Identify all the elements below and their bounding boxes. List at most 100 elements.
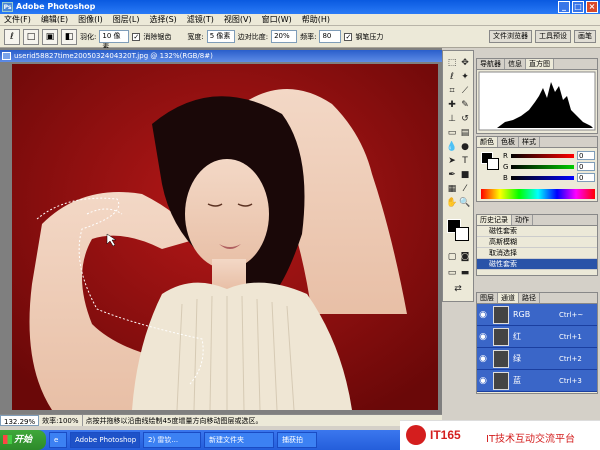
new-selection-icon[interactable]: □ — [23, 28, 39, 45]
color-spectrum-bar[interactable] — [481, 189, 595, 199]
screen-mode-full-icon[interactable]: ▬ — [459, 267, 471, 279]
magic-wand-tool-icon[interactable]: ✦ — [459, 71, 471, 83]
document-titlebar[interactable]: userid58827time2005032404320T.jpg @ 132%… — [0, 50, 442, 62]
task-capture[interactable]: 捕获拍 — [277, 432, 317, 448]
tab-styles[interactable]: 样式 — [519, 137, 540, 147]
menu-help[interactable]: 帮助(H) — [302, 14, 330, 25]
blue-value-input[interactable]: 0 — [577, 173, 595, 182]
menu-view[interactable]: 视图(V) — [224, 14, 252, 25]
menu-layer[interactable]: 图层(L) — [113, 14, 140, 25]
menu-filter[interactable]: 滤镜(T) — [187, 14, 214, 25]
edge-contrast-input[interactable]: 20% — [271, 30, 298, 43]
color-row-label: G — [503, 162, 509, 171]
zoom-tool-icon[interactable]: 🔍 — [459, 197, 471, 209]
start-button[interactable]: 开始 — [0, 430, 46, 450]
red-value-input[interactable]: 0 — [577, 151, 595, 160]
tab-layers[interactable]: 图层 — [477, 293, 498, 303]
minimize-button[interactable]: _ — [558, 1, 570, 13]
eye-icon[interactable]: ◉ — [477, 376, 489, 386]
notes-tool-icon[interactable]: ▦ — [446, 183, 458, 195]
eyedropper-tool-icon[interactable]: ⁄ — [459, 183, 471, 195]
tab-color[interactable]: 颜色 — [477, 137, 498, 147]
brush-tool-icon[interactable]: ✎ — [459, 99, 471, 111]
zoom-level-input[interactable]: 132.29% — [0, 415, 40, 426]
channel-row-green[interactable]: ◉ 绿 Ctrl+2 — [477, 348, 597, 370]
subtract-selection-icon[interactable]: ◧ — [61, 28, 77, 45]
feather-input[interactable]: 10 像素 — [99, 30, 130, 51]
color-panel-tabs: 颜色 色板 样式 — [477, 137, 597, 148]
imageready-jump-icon[interactable]: ⇄ — [452, 283, 464, 295]
type-tool-icon[interactable]: T — [459, 155, 471, 167]
pen-pressure-checkbox[interactable]: ✓ — [344, 32, 353, 41]
menu-file[interactable]: 文件(F) — [4, 14, 31, 25]
marquee-tool-icon[interactable]: ⬚ — [446, 57, 458, 69]
background-color-swatch[interactable] — [455, 227, 469, 241]
eye-icon[interactable]: ◉ — [477, 310, 489, 320]
file-browser-button[interactable]: 文件浏览器 — [489, 30, 532, 43]
tab-swatches[interactable]: 色板 — [498, 137, 519, 147]
brushes-button[interactable]: 画笔 — [574, 30, 596, 43]
screen-mode-standard-icon[interactable]: ▭ — [446, 267, 458, 279]
history-item[interactable]: 磁性套索 — [477, 226, 597, 237]
shape-tool-icon[interactable]: ■ — [459, 169, 471, 181]
add-selection-icon[interactable]: ▣ — [42, 28, 58, 45]
tab-paths[interactable]: 路径 — [519, 293, 540, 303]
channel-shortcut: Ctrl+1 — [559, 332, 582, 341]
history-item[interactable]: 高斯模糊 — [477, 237, 597, 248]
path-select-icon[interactable]: ➤ — [446, 155, 458, 167]
lasso-tool-icon[interactable]: ℓ — [446, 71, 458, 83]
blur-tool-icon[interactable]: 💧 — [446, 141, 458, 153]
tool-presets-button[interactable]: 工具预设 — [535, 30, 571, 43]
eye-icon[interactable]: ◉ — [477, 332, 489, 342]
gradient-tool-icon[interactable]: ▤ — [459, 127, 471, 139]
clone-stamp-icon[interactable]: ⊥ — [446, 113, 458, 125]
tab-channels[interactable]: 通道 — [498, 293, 519, 303]
menu-image[interactable]: 图像(I) — [78, 14, 103, 25]
color-background-swatch[interactable] — [487, 158, 499, 170]
red-slider[interactable] — [510, 153, 574, 158]
dodge-tool-icon[interactable]: ● — [459, 141, 471, 153]
quicklaunch-ie-icon[interactable]: e — [49, 432, 67, 448]
color-row-b: B 0 — [503, 172, 595, 183]
image-canvas[interactable] — [12, 64, 438, 410]
tab-histogram[interactable]: 直方图 — [526, 59, 554, 69]
tab-navigator[interactable]: 导航器 — [477, 59, 505, 69]
tab-actions[interactable]: 动作 — [512, 215, 533, 225]
channel-row-blue[interactable]: ◉ 蓝 Ctrl+3 — [477, 370, 597, 392]
eye-icon[interactable]: ◉ — [477, 354, 489, 364]
task-new-folder[interactable]: 新建文件夹 — [204, 432, 274, 448]
channel-shortcut: Ctrl+2 — [559, 354, 582, 363]
healing-brush-icon[interactable]: ✚ — [446, 99, 458, 111]
quick-mask-icon[interactable]: ◙ — [459, 251, 471, 263]
green-slider[interactable] — [511, 164, 574, 169]
menu-select[interactable]: 选择(S) — [149, 14, 176, 25]
history-item-selected[interactable]: 磁性套索 — [477, 259, 597, 270]
tab-history[interactable]: 历史记录 — [477, 215, 512, 225]
move-tool-icon[interactable]: ✥ — [459, 57, 471, 69]
slice-tool-icon[interactable]: ⟋ — [459, 85, 471, 97]
windows-logo-icon — [3, 435, 12, 444]
task-photoshop[interactable]: Adobe Photoshop — [70, 432, 140, 448]
doc-info[interactable]: 效率:100% — [39, 415, 83, 426]
width-input[interactable]: 5 像素 — [206, 30, 235, 43]
hand-tool-icon[interactable]: ✋ — [446, 197, 458, 209]
channel-row-rgb[interactable]: ◉ RGB Ctrl+~ — [477, 304, 597, 326]
magnetic-lasso-tool-icon[interactable]: ℓ — [4, 28, 20, 45]
tab-info[interactable]: 信息 — [505, 59, 526, 69]
eraser-tool-icon[interactable]: ▭ — [446, 127, 458, 139]
standard-mode-icon[interactable]: ▢ — [446, 251, 458, 263]
maximize-button[interactable]: □ — [572, 1, 584, 13]
pen-tool-icon[interactable]: ✒ — [446, 169, 458, 181]
channel-row-red[interactable]: ◉ 红 Ctrl+1 — [477, 326, 597, 348]
blue-slider[interactable] — [510, 175, 574, 180]
task-window-2[interactable]: 2) 雷钦... — [143, 432, 201, 448]
crop-tool-icon[interactable]: ⌗ — [446, 85, 458, 97]
menu-window[interactable]: 窗口(W) — [262, 14, 292, 25]
menu-edit[interactable]: 编辑(E) — [41, 14, 68, 25]
green-value-input[interactable]: 0 — [577, 162, 595, 171]
history-brush-icon[interactable]: ↺ — [459, 113, 471, 125]
close-button[interactable]: × — [586, 1, 598, 13]
antialias-checkbox[interactable]: ✓ — [132, 32, 141, 41]
history-item[interactable]: 取消选择 — [477, 248, 597, 259]
frequency-input[interactable]: 80 — [319, 30, 342, 43]
